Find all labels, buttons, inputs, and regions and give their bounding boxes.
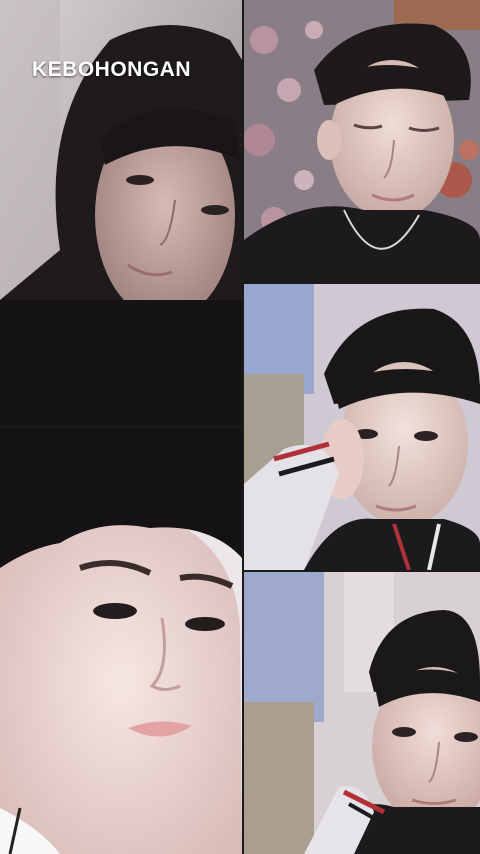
photo-hand-on-cheek-portrait: [244, 284, 480, 570]
photo-collage: KEBOHONGAN: [0, 0, 480, 854]
overlay-title-text: KEBOHONGAN: [32, 58, 192, 81]
photo-eyes-closed-portrait: [244, 0, 480, 282]
photo-low-angle-portrait: [244, 572, 480, 854]
photo-closeup-face-portrait: [0, 428, 242, 854]
